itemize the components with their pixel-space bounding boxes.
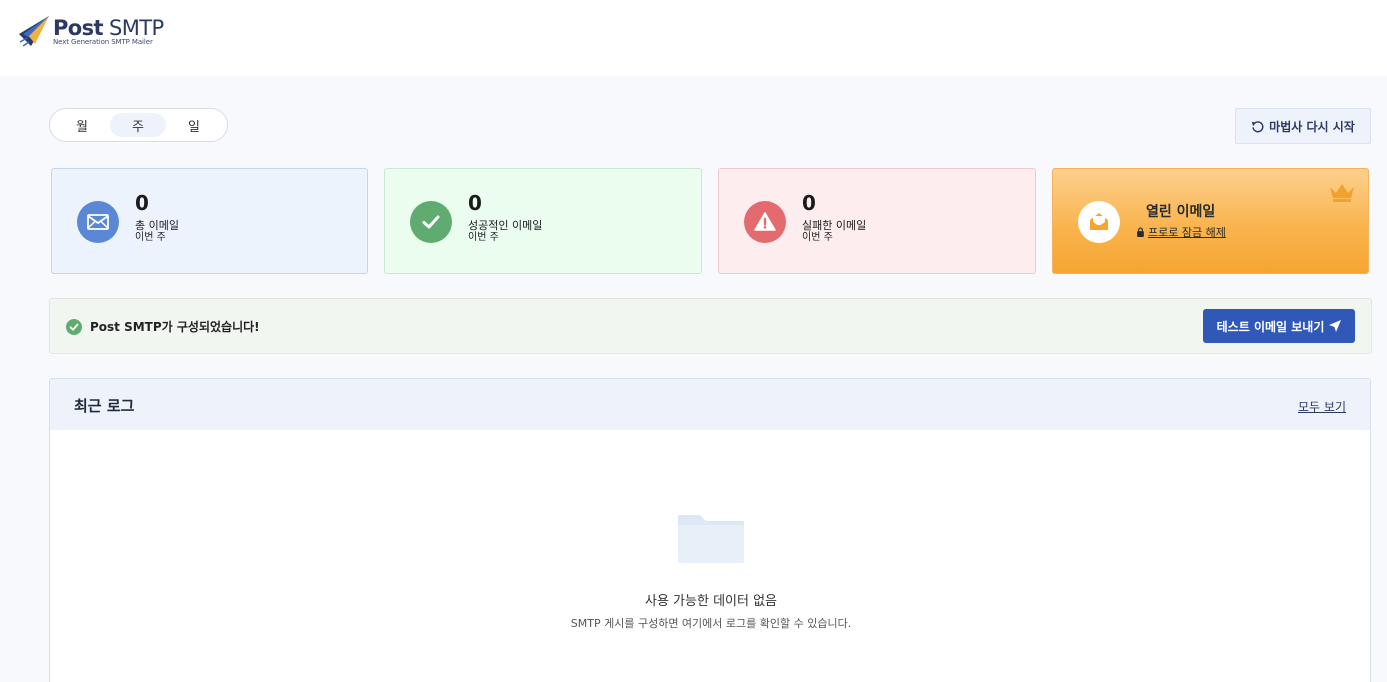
envelope-icon [87,214,109,230]
empty-state-title: 사용 가능한 데이터 없음 [645,594,777,609]
opened-label: 열린 이메일 [1146,204,1216,220]
success-count: 0 [468,191,482,215]
stat-icon-failed [744,201,786,243]
recent-logs-header: 최근 로그 모두 보기 [50,379,1370,430]
send-test-email-button[interactable]: 테스트 이메일 보내기 [1203,309,1355,343]
configured-status-bar: Post SMTP가 구성되었습니다! 테스트 이메일 보내기 [49,298,1372,354]
brand-name: Post SMTP [53,16,164,40]
restart-wizard-label: 마법사 다시 시작 [1269,119,1355,134]
empty-folder-icon [678,515,744,563]
stat-card-failed: 0 실패한 이메일 이번 주 [718,168,1036,274]
paper-plane-icon [1329,320,1342,332]
total-label: 총 이메일 [135,219,179,232]
stat-icon-opened [1078,201,1120,243]
check-icon [422,215,440,229]
stat-icon-success [410,201,452,243]
stat-card-success: 0 성공적인 이메일 이번 주 [384,168,702,274]
stat-card-total: 0 총 이메일 이번 주 [51,168,368,274]
undo-icon [1251,120,1264,132]
total-count: 0 [135,191,149,215]
check-circle-icon [66,319,82,335]
failed-label: 실패한 이메일 [802,219,867,232]
empty-state-subtitle: SMTP 게시를 구성하면 여기에서 로그를 확인할 수 있습니다. [570,617,852,630]
brand-tagline: Next Generation SMTP Mailer [53,38,153,46]
stat-icon-total [77,201,119,243]
unlock-pro-label: 프로로 잠금 해제 [1148,226,1226,239]
period-day-button[interactable]: 일 [166,113,222,137]
send-test-email-label: 테스트 이메일 보내기 [1216,319,1325,334]
paper-plane-logo-icon [19,16,49,47]
total-period: 이번 주 [135,232,166,243]
post-smtp-logo[interactable]: Post SMTP Next Generation SMTP Mailer [17,14,164,48]
failed-count: 0 [802,191,816,215]
recent-logs-panel: 최근 로그 모두 보기 사용 가능한 데이터 없음 SMTP 게시를 구성하면 … [49,378,1371,682]
restart-wizard-button[interactable]: 마법사 다시 시작 [1235,108,1371,144]
failed-period: 이번 주 [802,232,833,243]
lock-icon [1137,227,1144,237]
period-week-button[interactable]: 주 [110,113,166,137]
configured-message: Post SMTP가 구성되었습니다! [90,320,260,334]
stat-card-opened: 열린 이메일 프로로 잠금 해제 [1052,168,1369,274]
period-toggle: 월 주 일 [49,108,228,142]
period-month-button[interactable]: 월 [54,113,110,137]
recent-logs-title: 최근 로그 [74,397,135,415]
success-label: 성공적인 이메일 [468,219,543,232]
success-period: 이번 주 [468,232,499,243]
view-all-link[interactable]: 모두 보기 [1298,398,1346,415]
open-envelope-icon [1090,213,1108,230]
warning-icon [754,212,776,231]
unlock-pro-link[interactable]: 프로로 잠금 해제 [1136,224,1226,240]
top-bar: Post SMTP Next Generation SMTP Mailer [0,0,1387,76]
crown-icon [1330,184,1354,202]
